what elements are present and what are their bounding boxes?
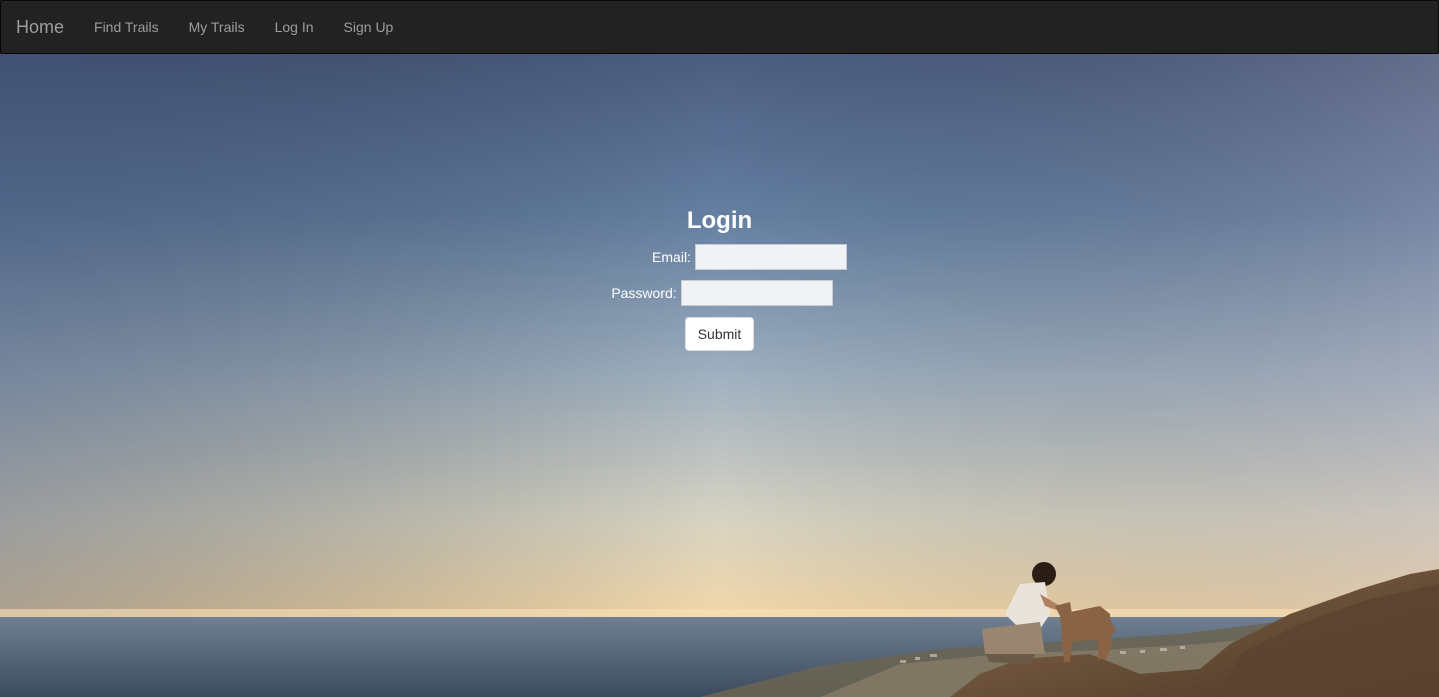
submit-button[interactable]: Submit [684, 317, 755, 351]
password-input[interactable] [680, 280, 833, 306]
nav-item-my-trails[interactable]: My Trails [174, 1, 260, 53]
nav-brand-home[interactable]: Home [1, 1, 79, 53]
email-input[interactable] [694, 244, 847, 270]
password-label: Password: [611, 285, 677, 301]
nav-item-sign-up[interactable]: Sign Up [329, 1, 409, 53]
email-row: Email: [60, 241, 1439, 273]
login-title: Login [686, 207, 753, 234]
navbar: Home Find Trails My Trails Log In Sign U… [0, 0, 1439, 54]
email-label: Email: [652, 249, 691, 265]
nav-item-find-trails[interactable]: Find Trails [79, 1, 174, 53]
page: Home Find Trails My Trails Log In Sign U… [0, 0, 1439, 697]
hero-background-image [0, 54, 1439, 697]
login-form: Login Email: Password: Submit [0, 205, 1439, 351]
nav-item-log-in[interactable]: Log In [260, 1, 329, 53]
password-row: Password: [5, 277, 1439, 309]
